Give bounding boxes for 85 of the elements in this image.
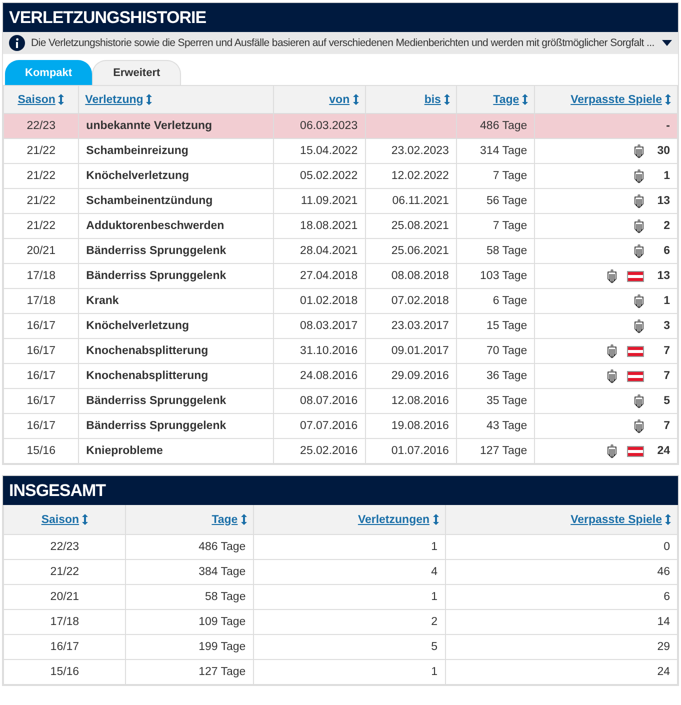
sort-icon [58, 94, 64, 105]
column-header-link[interactable]: Tage [212, 514, 238, 526]
crest-icon [607, 344, 617, 358]
info-icon [9, 35, 25, 51]
section-title: INSGESAMT [3, 476, 678, 505]
days-cell: 127 Tage [456, 438, 535, 464]
table-cell: 127 Tage [126, 660, 254, 684]
section-title: VERLETZUNGSHISTORIE [3, 3, 678, 32]
view-tab[interactable]: Kompakt [5, 60, 92, 85]
crest-icon [607, 269, 617, 283]
missed-games: 13 [656, 195, 670, 207]
season-cell: 15/16 [4, 438, 79, 464]
table-cell: 1 [253, 584, 446, 610]
sort-icon [665, 514, 671, 525]
table-cell: 17/18 [4, 610, 126, 634]
column-header-link[interactable]: Verletzung [85, 94, 144, 106]
missed-games: 30 [656, 145, 670, 157]
table-cell: 22/23 [4, 534, 126, 560]
table-cell: 29 [445, 634, 678, 660]
crest-icon [607, 444, 617, 458]
table-cell: 21/22 [4, 560, 126, 584]
flag-icon [627, 270, 644, 282]
date-cell: 25.02.2016 [274, 438, 366, 464]
table-cell: 2 [253, 610, 446, 634]
missed-games: 6 [662, 245, 670, 257]
missed-games: 7 [662, 370, 670, 382]
column-header-link[interactable]: Verletzungen [358, 514, 430, 526]
crest-icon [634, 194, 644, 208]
table-cell: 109 Tage [126, 610, 254, 634]
crest-icon [634, 394, 644, 408]
table-cell: 1 [253, 660, 446, 684]
table-cell: 384 Tage [126, 560, 254, 584]
table-cell: 199 Tage [126, 634, 254, 660]
missed-games: 5 [662, 395, 670, 407]
sort-icon [240, 514, 247, 525]
flag-icon [627, 346, 644, 356]
column-header-link[interactable]: bis [424, 94, 441, 106]
table-cell: 14 [445, 610, 678, 634]
table-cell: 15/16 [4, 660, 126, 684]
sort-icon [146, 94, 152, 105]
table-cell: 58 Tage [126, 584, 254, 610]
view-tab[interactable]: Erweitert [92, 60, 182, 85]
sort-icon [82, 514, 88, 525]
sort-icon [665, 94, 671, 105]
sort-icon [352, 94, 359, 105]
table-cell: 6 [445, 584, 678, 610]
info-text: Die Verletzungshistorie sowie die Sperren und Ausfälle basieren auf verschiedenen Medienberichten und werden mit größtmöglicher Sorgfalt ... [31, 37, 656, 49]
sort-icon [432, 514, 439, 525]
table-cell: 4 [253, 560, 446, 584]
flag-icon [627, 446, 644, 456]
injury-cell: Knieprobleme [78, 438, 274, 464]
column-header-link[interactable]: Verpasste Spiele [570, 514, 662, 526]
crest-icon [634, 294, 644, 308]
column-header-link[interactable]: Saison [41, 514, 80, 526]
sort-icon [444, 94, 450, 105]
flag-icon [627, 370, 644, 382]
missed-games: 1 [662, 170, 670, 182]
table-cell: 20/21 [4, 584, 126, 610]
crest-icon [634, 244, 644, 258]
caret-icon[interactable] [662, 40, 672, 46]
table-cell: 5 [253, 634, 446, 660]
date-cell: 01.07.2016 [365, 438, 456, 464]
column-header-link[interactable]: von [329, 94, 350, 106]
missed-games: 13 [656, 270, 670, 282]
table-cell: 16/17 [4, 634, 126, 660]
crest-icon [634, 419, 644, 433]
missed-games: 7 [662, 345, 670, 357]
missed-games: 7 [662, 420, 670, 432]
missed-games: - [665, 120, 670, 132]
table-cell: 0 [445, 534, 678, 560]
missed-games: 2 [662, 220, 670, 232]
missed-games: 1 [662, 295, 670, 307]
column-header-link[interactable]: Tage [493, 94, 520, 106]
crest-icon [634, 319, 644, 333]
missed-games: 24 [656, 445, 670, 457]
crest-icon [634, 169, 644, 183]
table-cell: 46 [445, 560, 678, 584]
missed-games: 3 [662, 320, 670, 332]
table-cell: 486 Tage [126, 534, 254, 560]
table-cell: 24 [445, 660, 678, 684]
crest-icon [634, 144, 644, 158]
crest-icon [607, 369, 617, 383]
sort-icon [522, 94, 528, 105]
crest-icon [634, 219, 644, 233]
table-cell: 1 [253, 534, 446, 560]
